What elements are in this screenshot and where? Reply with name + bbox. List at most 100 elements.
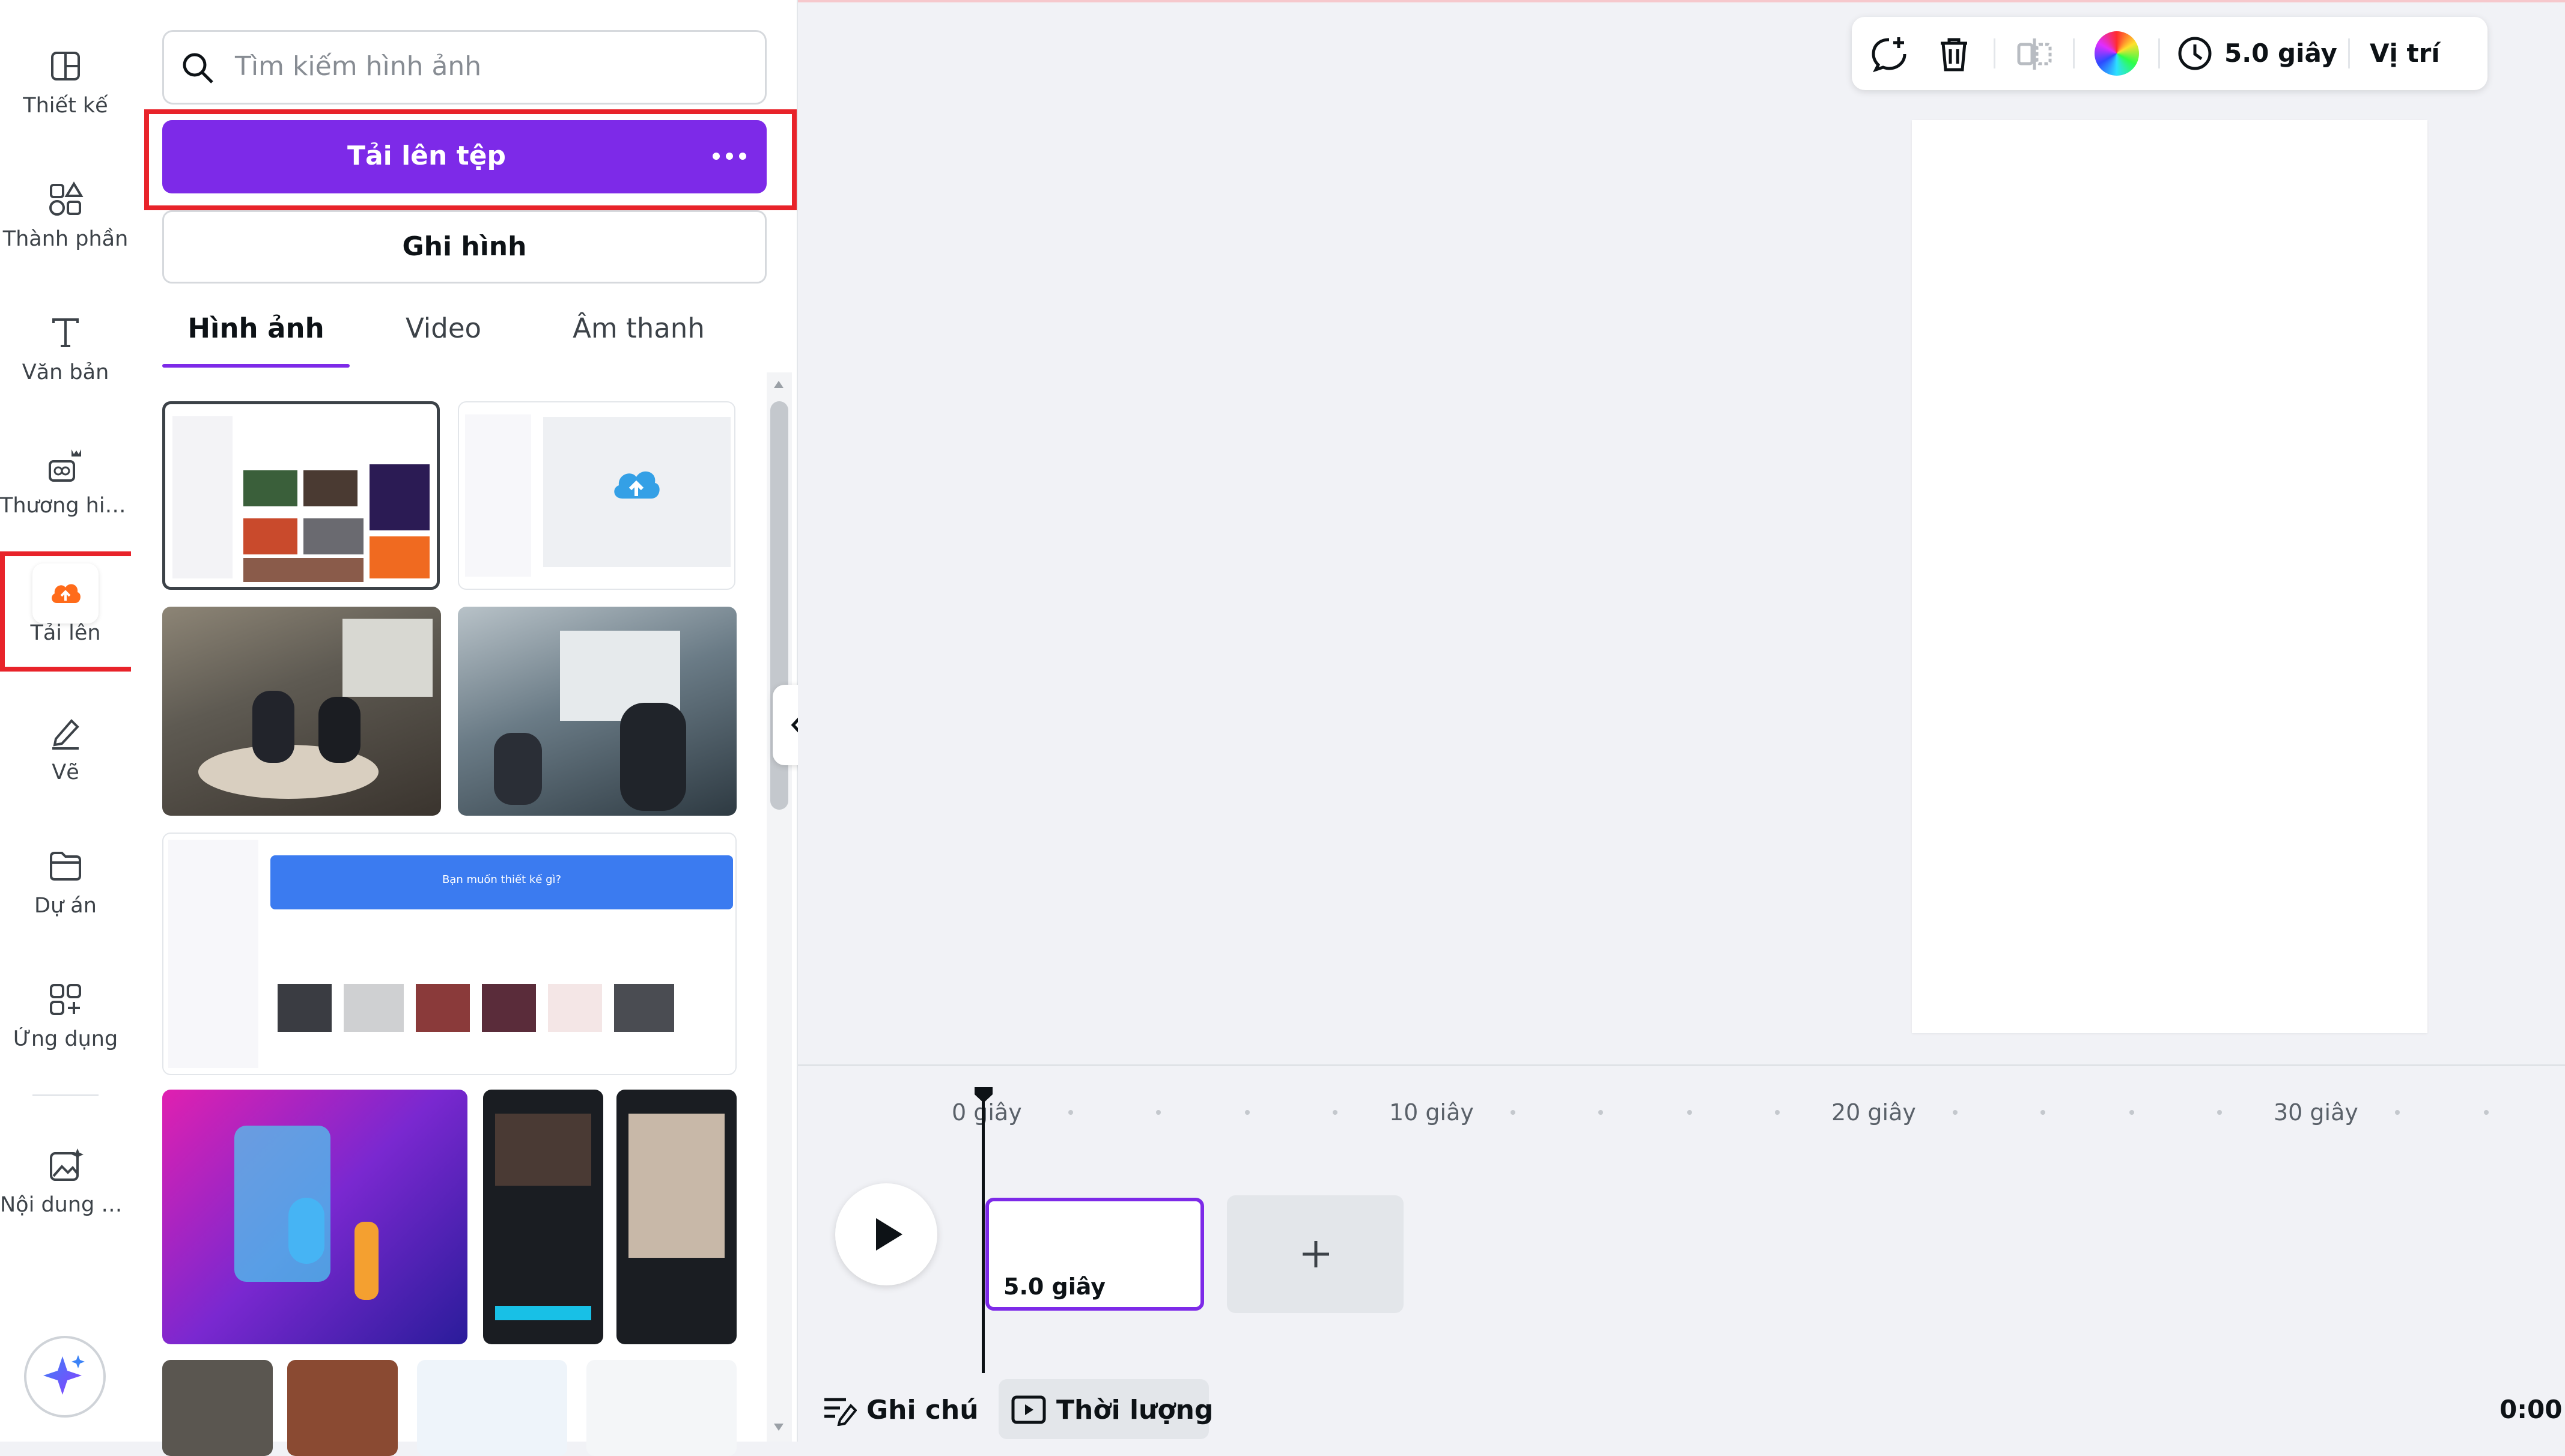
more-options-icon[interactable] — [710, 144, 749, 168]
thumb-card — [614, 984, 674, 1032]
timeline-tick — [2040, 1110, 2045, 1115]
thumb-card — [416, 984, 470, 1032]
playhead-handle-icon[interactable] — [972, 1085, 995, 1105]
rail-item-projects[interactable]: Dự án — [0, 836, 131, 956]
floating-toolbar: 5.0 giây Vị trí — [1852, 17, 2487, 90]
timeline-label-10: 10 giây — [1389, 1099, 1474, 1126]
play-button[interactable] — [835, 1183, 937, 1285]
search-input[interactable]: Tìm kiếm hình ảnh — [162, 30, 767, 105]
thumb-card — [344, 984, 404, 1032]
timeline-tick — [1245, 1110, 1250, 1115]
comment-add-icon[interactable] — [1870, 35, 1908, 73]
plus-icon — [1300, 1239, 1331, 1270]
split-icon[interactable] — [2015, 35, 2054, 73]
folder-icon — [47, 848, 84, 884]
upload-files-button[interactable]: Tải lên tệp — [162, 120, 767, 193]
thumb-block — [243, 470, 297, 506]
rail-item-label: Nội dung M... — [0, 1193, 131, 1217]
thumb-block — [370, 464, 430, 530]
timeline-tick — [2395, 1110, 2400, 1115]
duration-toggle-label: Thời lượng — [1056, 1395, 1214, 1425]
duration-button[interactable]: 5.0 giây — [2176, 31, 2338, 76]
thumbnail-podcast-illustration[interactable] — [162, 1090, 467, 1344]
thumbnail-screenshot-2[interactable] — [458, 401, 735, 590]
apps-icon — [47, 981, 84, 1018]
shapes-icon — [47, 181, 84, 217]
rail-item-label: Vẽ — [52, 760, 79, 784]
illustration-person — [354, 1222, 379, 1300]
scroll-down-icon[interactable] — [771, 1421, 786, 1433]
rail-item-label: Văn bản — [22, 360, 109, 384]
text-icon — [47, 315, 84, 351]
timeline-label-30: 30 giây — [2274, 1099, 2358, 1126]
thumbnail-photo-meeting-2[interactable] — [458, 607, 737, 816]
design-page[interactable] — [1912, 120, 2427, 1033]
thumb-hero-text: Bạn muốn thiết kế gì? — [442, 873, 562, 886]
toolbar-divider — [2348, 38, 2350, 68]
photo-person — [252, 691, 294, 763]
playhead-line[interactable] — [982, 1087, 985, 1373]
notes-button[interactable]: Ghi chú — [822, 1388, 979, 1431]
timeline-clip[interactable]: 5.0 giây — [985, 1198, 1204, 1311]
rail-item-draw[interactable]: Vẽ — [0, 703, 131, 823]
rail-item-magic-media[interactable]: Nội dung M... — [0, 1135, 131, 1255]
rail-item-text[interactable]: Văn bản — [0, 303, 131, 423]
photo-person — [494, 733, 542, 805]
record-button[interactable]: Ghi hình — [162, 210, 767, 284]
thumb-card — [278, 984, 332, 1032]
thumb-hero-banner: Bạn muốn thiết kế gì? — [270, 855, 733, 909]
layout-icon — [47, 48, 84, 84]
uploads-panel: Tìm kiếm hình ảnh Tải lên tệp Ghi hình H… — [131, 0, 798, 1456]
rail-item-label: Thương hiệu — [0, 494, 131, 518]
scroll-up-icon[interactable] — [771, 378, 786, 390]
tab-images[interactable]: Hình ảnh — [162, 312, 350, 344]
thumb-block — [370, 536, 430, 578]
duration-value: 5.0 giây — [2224, 38, 2337, 68]
rail-item-design[interactable]: Thiết kế — [0, 36, 131, 156]
add-page-button[interactable] — [1227, 1195, 1404, 1313]
rail-item-elements[interactable]: Thành phần — [0, 169, 131, 290]
timeline-tick — [1775, 1110, 1780, 1115]
thumbnail-screenshot-1[interactable] — [162, 401, 440, 590]
notes-icon — [822, 1394, 857, 1426]
tab-active-underline — [162, 364, 350, 368]
thumb-card — [482, 984, 536, 1032]
thumbnail-photo-meeting-1[interactable] — [162, 607, 441, 816]
toolbar-divider — [2073, 38, 2075, 68]
search-placeholder: Tìm kiếm hình ảnh — [235, 51, 482, 82]
timeline-tick — [2484, 1110, 2489, 1115]
timeline-tick — [1511, 1110, 1515, 1115]
thumbnail-canva-home[interactable]: Bạn muốn thiết kế gì? — [162, 833, 737, 1075]
sparkle-icon[interactable] — [24, 1336, 106, 1418]
timeline-tick — [1687, 1110, 1692, 1115]
position-button[interactable]: Vị trí — [2370, 38, 2440, 68]
thumbnail-phone-screen-1[interactable] — [483, 1090, 603, 1344]
clock-icon — [2176, 35, 2214, 72]
tab-audio[interactable]: Âm thanh — [552, 312, 726, 344]
thumbnail-small-4[interactable] — [586, 1360, 737, 1456]
duration-toggle-button[interactable]: Thời lượng — [999, 1379, 1213, 1439]
thumbnail-small-2[interactable] — [287, 1360, 398, 1456]
rail-item-uploads[interactable]: Tải lên — [0, 563, 131, 684]
rail-divider — [32, 1094, 99, 1096]
thumbnail-phone-screen-2[interactable] — [616, 1090, 737, 1344]
thumb-screen — [495, 1114, 591, 1186]
thumbnail-small-3[interactable] — [417, 1360, 567, 1456]
upload-files-label: Tải lên tệp — [347, 141, 507, 171]
timeline-tick — [1156, 1110, 1161, 1115]
search-icon — [180, 50, 216, 86]
timeline-label-20: 20 giây — [1831, 1099, 1916, 1126]
trash-icon[interactable] — [1935, 35, 1973, 73]
left-rail: Thiết kế Thành phần Văn bản Thương hiệu … — [0, 0, 139, 1442]
brand-icon — [47, 448, 84, 484]
thumbnail-small-1[interactable] — [162, 1360, 273, 1456]
rail-item-apps[interactable]: Ứng dụng — [0, 969, 131, 1090]
rail-item-label: Thiết kế — [23, 94, 108, 118]
thumb-sidebar — [168, 840, 258, 1068]
toolbar-divider — [1994, 38, 1995, 68]
photo-wall — [342, 619, 433, 697]
rail-item-brand[interactable]: Thương hiệu — [0, 436, 131, 556]
timeline-tick — [1333, 1110, 1337, 1115]
color-picker-icon[interactable] — [2095, 31, 2139, 76]
tab-video[interactable]: Video — [371, 312, 516, 344]
